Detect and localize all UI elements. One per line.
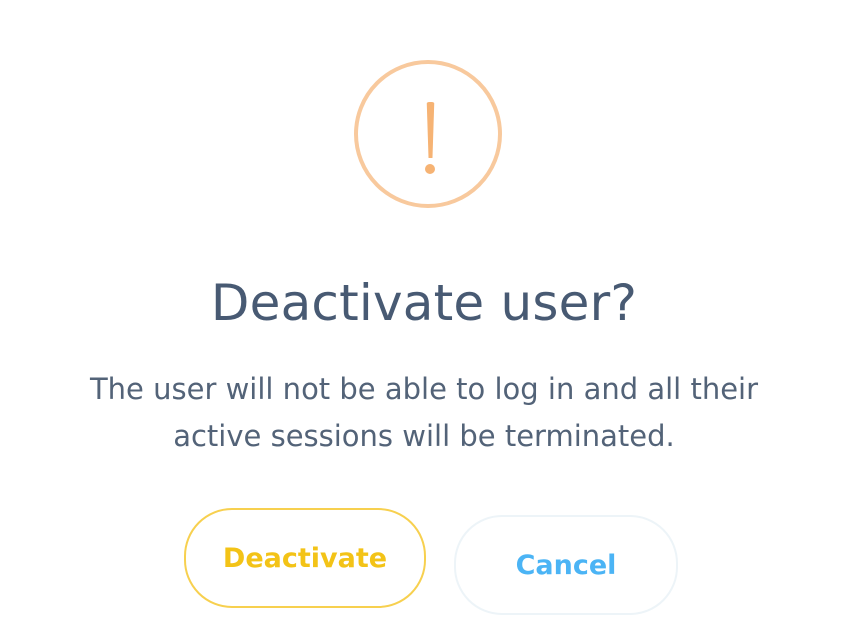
warning-exclamation-stroke xyxy=(426,102,435,158)
warning-exclamation-icon xyxy=(354,60,502,208)
deactivate-button[interactable]: Deactivate xyxy=(184,508,426,608)
dialog-message-line-2: active sessions will be terminated. xyxy=(173,419,675,453)
cancel-button-label: Cancel xyxy=(515,549,617,581)
cancel-button[interactable]: Cancel xyxy=(454,515,678,615)
warning-exclamation-dot xyxy=(425,164,435,174)
dialog-message-line-1: The user will not be able to log in and … xyxy=(89,372,759,406)
deactivate-button-label: Deactivate xyxy=(222,542,388,574)
dialog-message: The user will not be able to log in and … xyxy=(60,366,788,460)
deactivate-user-dialog: Deactivate user? The user will not be ab… xyxy=(0,0,848,632)
dialog-title: Deactivate user? xyxy=(210,274,638,332)
